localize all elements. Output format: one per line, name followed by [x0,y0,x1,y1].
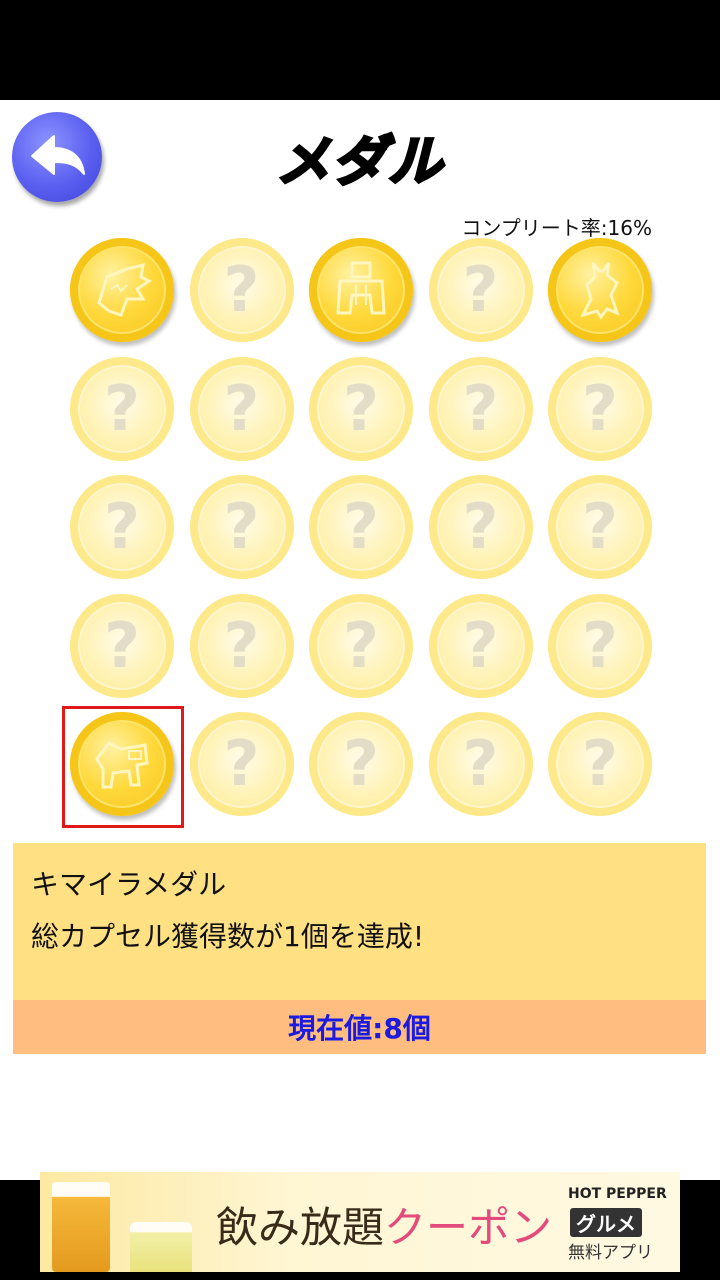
medal-description: 総カプセル獲得数が1個を達成! [31,920,425,953]
question-mark-icon: ? [223,253,260,326]
medal-locked[interactable]: ? [309,475,413,579]
medal-locked[interactable]: ? [548,475,652,579]
medal-creature-icon-3 [580,262,620,320]
question-mark-icon: ? [104,371,140,445]
medal-locked[interactable]: ? [428,238,533,342]
back-arrow-icon [31,135,85,175]
medal-locked[interactable]: ? [309,712,413,816]
question-mark-icon: ? [343,727,379,800]
question-mark-icon: ? [343,490,379,563]
ad-headline: 飲み放題クーポン [216,1194,552,1255]
status-bar [0,0,720,100]
page-title: メダル [275,129,444,195]
medal-locked[interactable]: ? [189,238,294,342]
current-value-text: 現在値:8個 [288,1012,431,1045]
medal-locked[interactable]: ? [548,712,652,816]
medal-locked[interactable]: ? [189,475,294,579]
question-mark-icon: ? [462,490,499,563]
selected-medal-highlight [62,706,184,828]
medal-locked[interactable]: ? [309,593,413,698]
medal-locked[interactable]: ? [189,593,294,698]
medal-locked[interactable]: ? [309,356,413,461]
question-mark-icon: ? [104,490,140,563]
back-button[interactable] [12,112,102,202]
medal-locked[interactable]: ? [70,475,174,579]
question-mark-icon: ? [582,490,618,563]
question-mark-icon: ? [104,608,140,682]
medal-unlocked[interactable] [548,238,652,342]
ad-logo: グルメ [570,1208,642,1237]
beer-glass-image [52,1182,110,1272]
ad-headline-b: クーポン [384,1203,553,1252]
question-mark-icon: ? [343,608,379,682]
question-mark-icon: ? [462,727,499,800]
ad-banner[interactable]: 飲み放題クーポン HOT PEPPER グルメ 無料アプリ [40,1172,680,1272]
medal-locked[interactable]: ? [428,475,533,579]
medal-detail-panel: キマイラメダル 総カプセル獲得数が1個を達成! [13,843,706,1000]
question-mark-icon: ? [462,253,499,326]
question-mark-icon: ? [223,727,260,800]
question-mark-icon: ? [462,608,499,682]
medal-unlocked[interactable] [70,238,174,342]
question-mark-icon: ? [582,727,618,800]
medal-locked[interactable]: ? [70,593,174,698]
question-mark-icon: ? [582,371,618,445]
question-mark-icon: ? [582,608,618,682]
medal-locked[interactable]: ? [548,593,652,698]
question-mark-icon: ? [223,490,260,563]
question-mark-icon: ? [223,371,260,445]
medal-locked[interactable]: ? [548,356,652,461]
question-mark-icon: ? [223,608,260,682]
question-mark-icon: ? [462,371,499,445]
medal-locked[interactable]: ? [428,712,533,816]
medal-locked[interactable]: ? [428,356,533,461]
ad-headline-a: 飲み放題 [216,1203,385,1252]
ad-subtitle: 無料アプリ [568,1243,653,1263]
medal-unlocked[interactable] [309,238,413,342]
beer-glass-image [130,1222,192,1272]
question-mark-icon: ? [343,371,379,445]
medal-screen: メダル コンプリート率:16% ????????????????????? キマ… [0,100,720,1180]
ad-brand: HOT PEPPER [568,1186,667,1202]
completion-rate: コンプリート率:16% [461,216,652,240]
medal-locked[interactable]: ? [189,356,294,461]
medal-creature-icon-1 [97,262,152,317]
medal-creature-icon-2 [336,261,386,315]
current-value-bar: 現在値:8個 [13,1000,706,1054]
medal-locked[interactable]: ? [189,712,294,816]
medal-locked[interactable]: ? [70,356,174,461]
medal-locked[interactable]: ? [428,593,533,698]
medal-name: キマイラメダル [31,868,227,901]
